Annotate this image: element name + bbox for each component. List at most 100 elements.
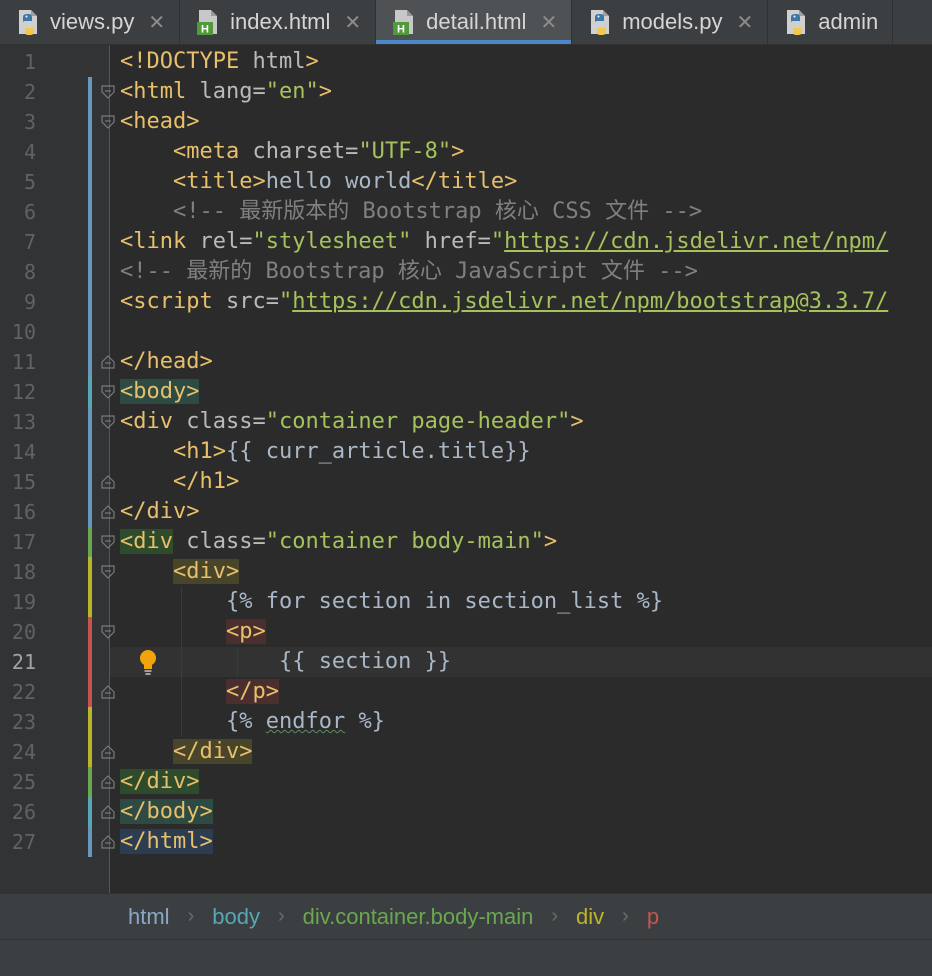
- chevron-right-icon: ›: [187, 905, 195, 927]
- editor-tab-bar: views.py ✕ Hindex.html ✕ Hdetail.html ✕ models…: [0, 0, 932, 45]
- code-token: </p>: [225, 679, 279, 704]
- code-token: <div>: [172, 559, 240, 584]
- line-number: 23: [11, 710, 36, 734]
- code-token: </title>: [411, 169, 518, 194]
- fold-close-icon[interactable]: [100, 504, 116, 520]
- lightbulb-icon[interactable]: [136, 647, 160, 677]
- fold-open-icon[interactable]: [100, 534, 116, 550]
- code-token: <!-- 最新版本的 Bootstrap 核心 CSS 文件 -->: [172, 199, 703, 224]
- code-token: <p>: [225, 619, 266, 644]
- indent-guide: [181, 587, 182, 737]
- close-icon[interactable]: ✕: [540, 12, 557, 32]
- chevron-right-icon: ›: [622, 905, 629, 927]
- line-number: 2: [23, 80, 36, 104]
- code-line[interactable]: <p>: [120, 617, 266, 647]
- fold-open-icon[interactable]: [100, 114, 116, 130]
- code-line[interactable]: <html lang="en">: [120, 77, 332, 107]
- vcs-change-marker[interactable]: [88, 557, 92, 617]
- vcs-change-marker[interactable]: [88, 377, 92, 407]
- code-token: charset=: [252, 139, 359, 164]
- code-line[interactable]: </body>: [120, 797, 213, 827]
- code-token: "UTF-8": [358, 139, 452, 164]
- line-number: 20: [11, 620, 36, 644]
- code-token: </div>: [172, 739, 253, 764]
- editor-tab[interactable]: Hindex.html ✕: [180, 0, 377, 44]
- code-line[interactable]: <meta charset="UTF-8">: [120, 137, 464, 167]
- breadcrumb-item[interactable]: div: [576, 904, 604, 930]
- editor-tab[interactable]: admin: [768, 0, 894, 44]
- code-line[interactable]: <h1>{{ curr_article.title}}: [120, 437, 531, 467]
- fold-open-icon[interactable]: [100, 564, 116, 580]
- code-line[interactable]: {% endfor %}: [120, 707, 385, 737]
- editor-tab[interactable]: Hdetail.html ✕: [376, 0, 573, 44]
- close-icon[interactable]: ✕: [344, 12, 361, 32]
- close-icon[interactable]: ✕: [737, 12, 754, 32]
- editor-tab[interactable]: views.py ✕: [0, 0, 181, 44]
- code-line[interactable]: </p>: [120, 677, 279, 707]
- code-line[interactable]: </div>: [120, 737, 253, 767]
- code-token: >: [570, 409, 584, 434]
- line-number: 5: [23, 170, 36, 194]
- fold-close-icon[interactable]: [100, 354, 116, 370]
- code-token: <body>: [120, 379, 200, 404]
- code-token: endfor: [265, 709, 346, 734]
- vcs-change-marker[interactable]: [88, 527, 92, 557]
- tab-label: detail.html: [426, 9, 527, 34]
- vcs-change-marker[interactable]: [88, 767, 92, 797]
- code-line[interactable]: <!DOCTYPE html>: [120, 47, 319, 77]
- code-line[interactable]: </div>: [120, 767, 200, 797]
- code-line[interactable]: {{ section }}: [120, 647, 451, 677]
- fold-close-icon[interactable]: [100, 474, 116, 490]
- chevron-right-icon: ›: [551, 905, 559, 927]
- fold-close-icon[interactable]: [100, 834, 116, 850]
- vcs-change-marker[interactable]: [88, 707, 92, 767]
- code-line[interactable]: <title>hello world</title>: [120, 167, 517, 197]
- code-token: <meta: [172, 139, 253, 164]
- code-line[interactable]: <!-- 最新的 Bootstrap 核心 JavaScript 文件 -->: [120, 257, 698, 287]
- close-icon[interactable]: ✕: [148, 12, 165, 32]
- tab-label: models.py: [622, 9, 723, 34]
- code-editor[interactable]: 1 2 3 4 5 6 7 8 9 10 11 12 13 14 15 16 17 18 19 20 21 22 23 24 2…: [0, 45, 932, 893]
- code-line[interactable]: {% for section in section_list %}: [120, 587, 663, 617]
- fold-close-icon[interactable]: [100, 684, 116, 700]
- code-line[interactable]: <script src="https://cdn.jsdelivr.net/np…: [120, 287, 888, 317]
- code-line[interactable]: <!-- 最新版本的 Bootstrap 核心 CSS 文件 -->: [120, 197, 702, 227]
- fold-open-icon[interactable]: [100, 624, 116, 640]
- code-line[interactable]: <head>: [120, 107, 199, 137]
- tab-label: index.html: [230, 9, 331, 34]
- code-line[interactable]: <body>: [120, 377, 200, 407]
- fold-open-icon[interactable]: [100, 414, 116, 430]
- code-line[interactable]: <div class="container page-header">: [120, 407, 584, 437]
- fold-open-icon[interactable]: [100, 84, 116, 100]
- code-line[interactable]: </div>: [120, 497, 199, 527]
- breadcrumb-item[interactable]: p: [647, 904, 659, 930]
- code-line[interactable]: </head>: [120, 347, 213, 377]
- fold-close-icon[interactable]: [100, 744, 116, 760]
- line-number: 4: [23, 140, 36, 164]
- breadcrumb-item[interactable]: div.container.body-main: [303, 904, 534, 930]
- vcs-change-marker[interactable]: [88, 617, 92, 707]
- vcs-change-marker[interactable]: [88, 797, 92, 827]
- code-line[interactable]: <link rel="stylesheet" href="https://cdn…: [120, 227, 888, 257]
- code-line[interactable]: </h1>: [120, 467, 239, 497]
- breadcrumb-item[interactable]: body: [212, 904, 260, 930]
- python-file-icon: [19, 10, 37, 35]
- line-number: 26: [11, 800, 36, 824]
- fold-close-icon[interactable]: [100, 774, 116, 790]
- line-number: 15: [11, 470, 36, 494]
- editor-tab[interactable]: models.py ✕: [572, 0, 769, 44]
- code-line[interactable]: </html>: [120, 827, 213, 857]
- code-line[interactable]: <div>: [120, 557, 240, 587]
- fold-close-icon[interactable]: [100, 804, 116, 820]
- fold-open-icon[interactable]: [100, 384, 116, 400]
- code-line[interactable]: <div class="container body-main">: [120, 527, 557, 557]
- breadcrumb-item[interactable]: html: [128, 904, 170, 930]
- code-token: >: [543, 529, 558, 554]
- line-number: 7: [23, 230, 36, 254]
- code-token: https://cdn.jsdelivr.net/npm/bootstrap@3…: [292, 289, 889, 314]
- code-token: <script: [120, 289, 226, 314]
